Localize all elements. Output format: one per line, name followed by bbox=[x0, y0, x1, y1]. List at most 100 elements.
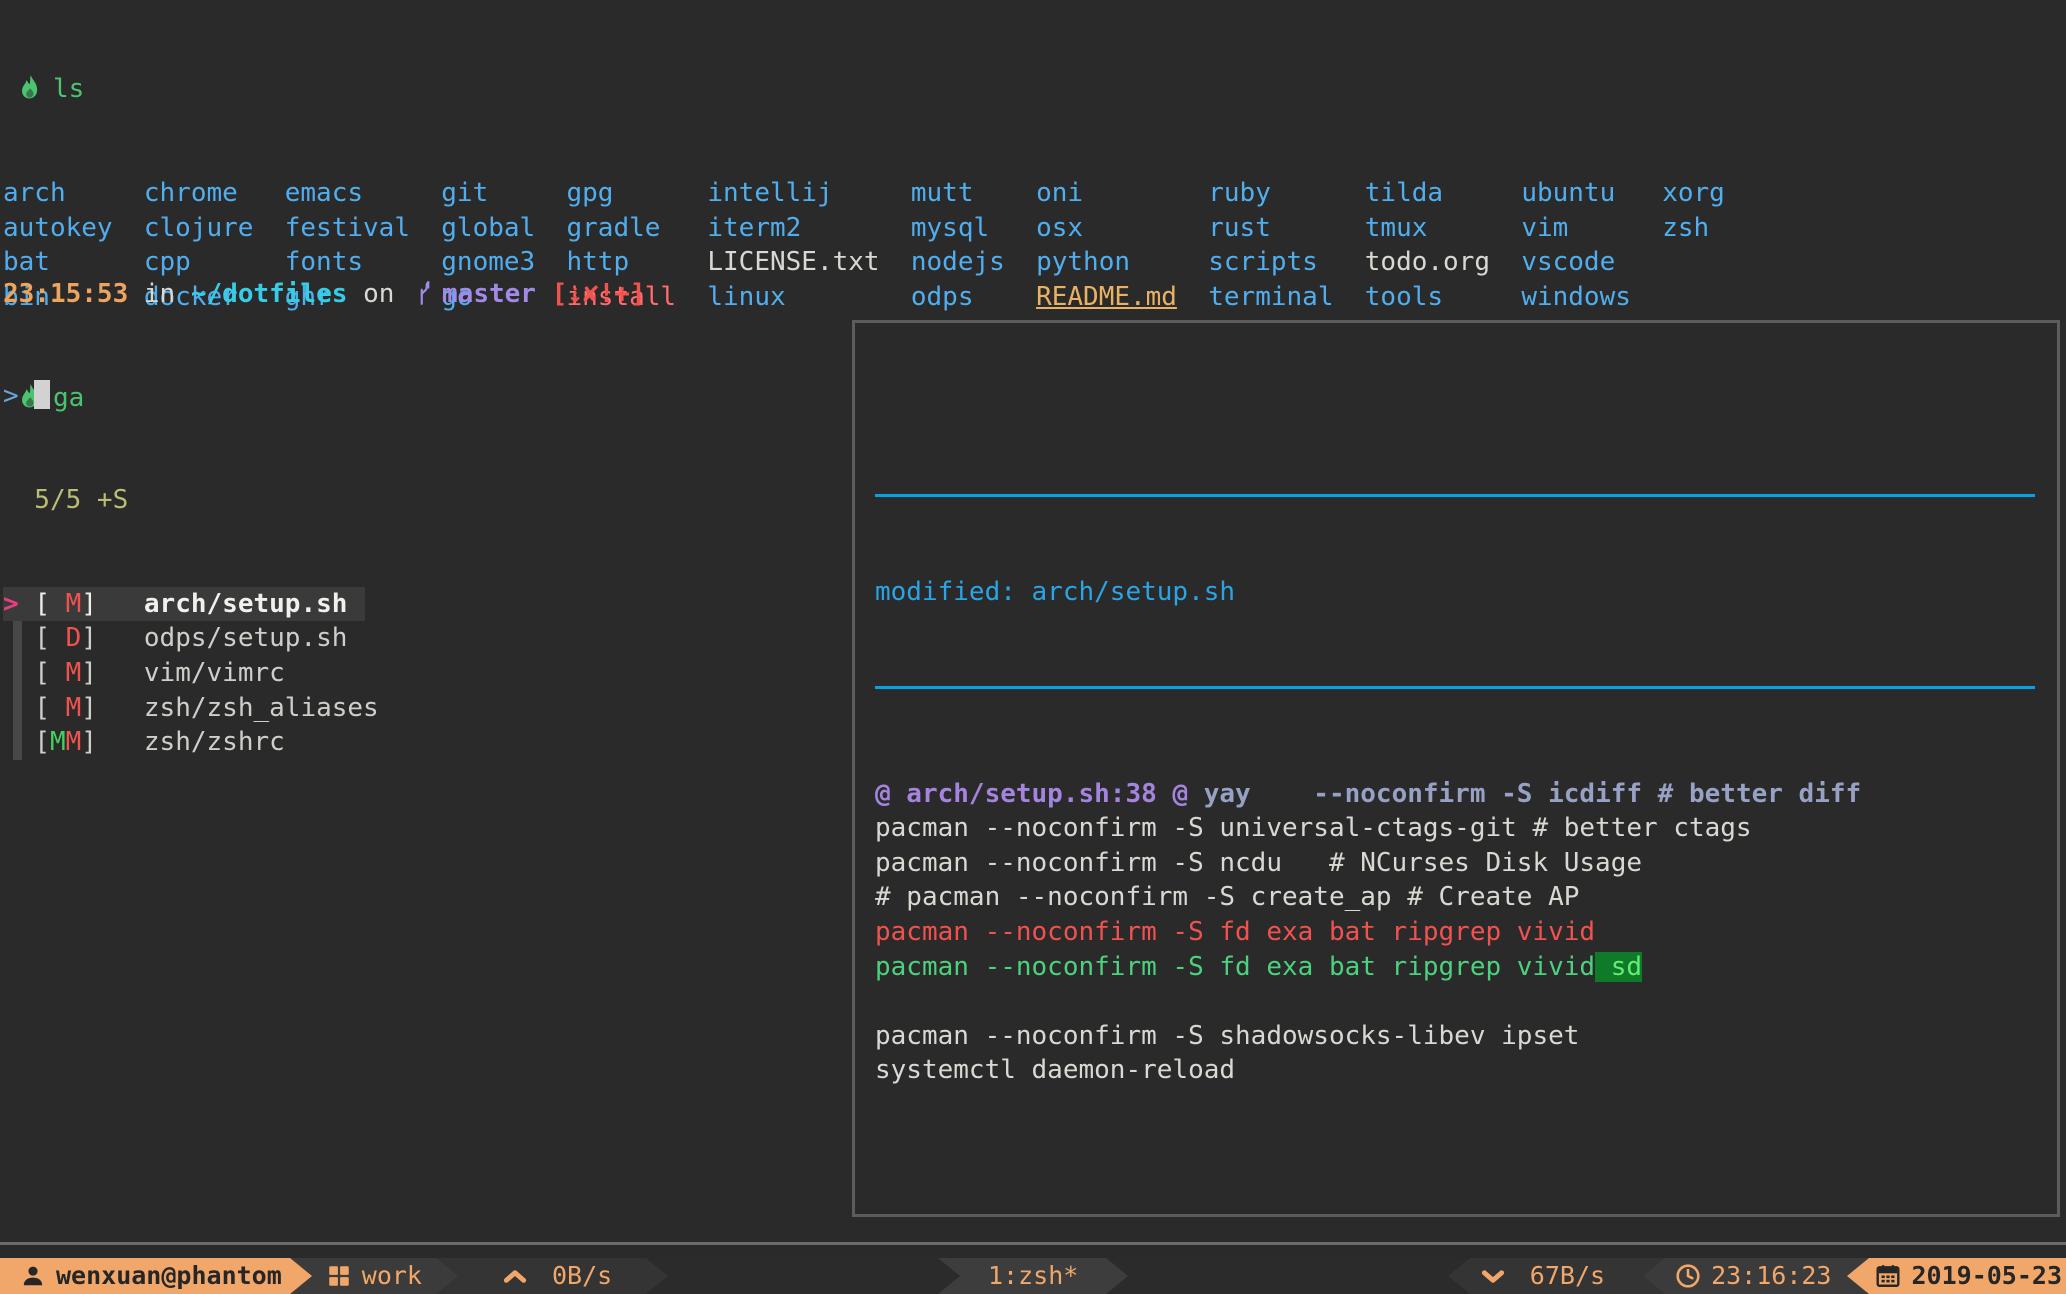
git-branch-icon bbox=[416, 280, 434, 306]
diff-line: pacman --noconfirm -S fd exa bat ripgrep… bbox=[875, 950, 2037, 985]
powerline-arrow bbox=[646, 1258, 668, 1294]
prompt-time: 23:15:53 bbox=[3, 279, 128, 309]
user-icon bbox=[20, 1263, 46, 1289]
fzf-item-zsh/zshrc[interactable]: [MM] zsh/zshrc bbox=[3, 725, 379, 760]
status-window-tab[interactable]: 1:zsh* bbox=[960, 1258, 1106, 1294]
fzf-pointer: > bbox=[3, 589, 34, 619]
staged-status bbox=[50, 623, 66, 653]
fzf-item-filename: zsh/zshrc bbox=[144, 727, 285, 757]
powerline-arrow bbox=[436, 1258, 458, 1294]
status-window-title: 1:zsh* bbox=[988, 1259, 1078, 1294]
ls-command-text: ls bbox=[53, 74, 84, 104]
fzf-item-zsh/zsh_aliases[interactable]: [ M] zsh/zsh_aliases bbox=[3, 691, 379, 726]
pane-separator bbox=[0, 1242, 2066, 1245]
powerline-arrow bbox=[938, 1258, 960, 1294]
status-bracket: ] bbox=[81, 658, 97, 688]
staged-status: M bbox=[50, 727, 66, 757]
diff-segment-ctx: systemctl daemon-reload bbox=[875, 1055, 1235, 1085]
clock-icon bbox=[1675, 1263, 1701, 1289]
chevron-down-icon bbox=[1480, 1263, 1506, 1289]
diff-segment-ctx: pacman --noconfirm -S shadowsocks-libev … bbox=[875, 1021, 1579, 1051]
ls-entry-python: python bbox=[1036, 245, 1208, 280]
diff-line: pacman --noconfirm -S shadowsocks-libev … bbox=[875, 1019, 2037, 1054]
prompt-git-flags: [⇣✘!+] bbox=[536, 279, 646, 309]
ls-entry-chrome: chrome bbox=[144, 176, 285, 211]
spacer bbox=[97, 693, 144, 723]
status-upload-segment: 0B/s bbox=[458, 1258, 646, 1294]
ls-entry-windows: windows bbox=[1521, 280, 1662, 315]
unstaged-status: D bbox=[66, 623, 82, 653]
staged-status bbox=[50, 693, 66, 723]
status-bracket: [ bbox=[34, 623, 50, 653]
ls-entry-LICENSE.txt: LICENSE.txt bbox=[707, 245, 910, 280]
powerline-arrow bbox=[1643, 1258, 1665, 1294]
spacer bbox=[97, 727, 144, 757]
unstaged-status: M bbox=[66, 727, 82, 757]
fzf-item-filename: vim/vimrc bbox=[144, 658, 285, 688]
ls-entry-nodejs: nodejs bbox=[911, 245, 1036, 280]
prompt-branch: master bbox=[442, 279, 536, 309]
prompt-line: 23:15:53 in ~/dotfiles on master [⇣✘!+] bbox=[3, 277, 646, 312]
diff-file-title: modified: arch/setup.sh bbox=[875, 575, 2037, 610]
terminal-screen: ls archchromeemacsgitgpgintellijmuttonir… bbox=[0, 0, 2066, 1294]
ls-entry-iterm2: iterm2 bbox=[707, 211, 910, 246]
ls-entry-rust: rust bbox=[1208, 211, 1365, 246]
ls-entry-terminal: terminal bbox=[1208, 280, 1365, 315]
fzf-text-cursor bbox=[34, 380, 50, 409]
ls-entry-mysql: mysql bbox=[911, 211, 1036, 246]
fzf-item-odps/setup.sh[interactable]: [ D] odps/setup.sh bbox=[3, 621, 379, 656]
fzf-item-arch/setup.sh[interactable]: > [ M] arch/setup.sh bbox=[3, 587, 379, 622]
fzf-query-line[interactable]: > bbox=[3, 379, 379, 414]
status-session-segment[interactable]: work bbox=[312, 1258, 436, 1294]
fzf-item-filename: odps/setup.sh bbox=[144, 623, 348, 653]
ls-entry-gpg: gpg bbox=[567, 176, 708, 211]
ls-entry-tilda: tilda bbox=[1365, 176, 1522, 211]
status-bracket: [ bbox=[34, 658, 50, 688]
ls-entry-vscode: vscode bbox=[1521, 245, 1662, 280]
powerline-arrow bbox=[1448, 1258, 1470, 1294]
fzf-query-prompt: > bbox=[3, 381, 19, 411]
status-bracket: ] bbox=[81, 623, 97, 653]
diff-line: # pacman --noconfirm -S create_ap # Crea… bbox=[875, 880, 2037, 915]
diff-rule-bottom bbox=[875, 686, 2035, 689]
diff-line bbox=[875, 984, 2037, 1019]
preview-diff: @ arch/setup.sh:38 @ yay --noconfirm -S … bbox=[875, 777, 2037, 1088]
status-bracket: ] bbox=[81, 727, 97, 757]
spacer bbox=[97, 658, 144, 688]
status-download-rate: 67B/s bbox=[1530, 1259, 1605, 1294]
powerline-arrow bbox=[1847, 1258, 1869, 1294]
ls-entry-zsh: zsh bbox=[1662, 211, 1725, 246]
ls-entry-tmux: tmux bbox=[1365, 211, 1522, 246]
diff-segment-hunk-meta: @ arch/setup.sh:38 @ bbox=[875, 779, 1188, 809]
fzf-counter-line: 5/5 +S bbox=[3, 483, 379, 518]
diff-line: systemctl daemon-reload bbox=[875, 1053, 2037, 1088]
staged-status bbox=[50, 658, 66, 688]
diff-segment-add: pacman --noconfirm -S fd exa bat ripgrep… bbox=[875, 952, 1595, 982]
fzf-item-vim/vimrc[interactable]: [ M] vim/vimrc bbox=[3, 656, 379, 691]
chevron-up-icon bbox=[502, 1263, 528, 1289]
ls-entry-arch: arch bbox=[3, 176, 144, 211]
prompt-word-on: on bbox=[347, 279, 410, 309]
diff-segment-ctx: # pacman --noconfirm -S create_ap # Crea… bbox=[875, 882, 1579, 912]
spacer bbox=[97, 589, 144, 619]
ls-output-row: archchromeemacsgitgpgintellijmuttoniruby… bbox=[3, 176, 1725, 211]
session-grid-icon bbox=[326, 1263, 352, 1289]
diff-line: pacman --noconfirm -S fd exa bat ripgrep… bbox=[875, 915, 2037, 950]
fzf-match-counter: 5/5 +S bbox=[34, 485, 128, 515]
ls-entry-osx: osx bbox=[1036, 211, 1208, 246]
diff-rule-top bbox=[875, 494, 2035, 497]
fzf-gutter bbox=[3, 658, 34, 688]
ls-entry-xorg: xorg bbox=[1662, 176, 1725, 211]
fzf-gutter bbox=[3, 693, 34, 723]
prompt-cwd: ~/dotfiles bbox=[191, 279, 348, 309]
diff-line: pacman --noconfirm -S universal-ctags-gi… bbox=[875, 811, 2037, 846]
unstaged-status: M bbox=[66, 658, 82, 688]
ls-entry-ubuntu: ubuntu bbox=[1521, 176, 1662, 211]
staged-status bbox=[50, 589, 66, 619]
status-window-group: 1:zsh* bbox=[938, 1258, 1128, 1294]
powerline-arrow bbox=[290, 1258, 312, 1294]
status-right: 67B/s 23:16:23 2019-05-23 bbox=[1448, 1258, 2066, 1294]
powerline-arrow bbox=[1106, 1258, 1128, 1294]
calendar-icon bbox=[1875, 1263, 1901, 1289]
status-bracket: [ bbox=[34, 727, 50, 757]
